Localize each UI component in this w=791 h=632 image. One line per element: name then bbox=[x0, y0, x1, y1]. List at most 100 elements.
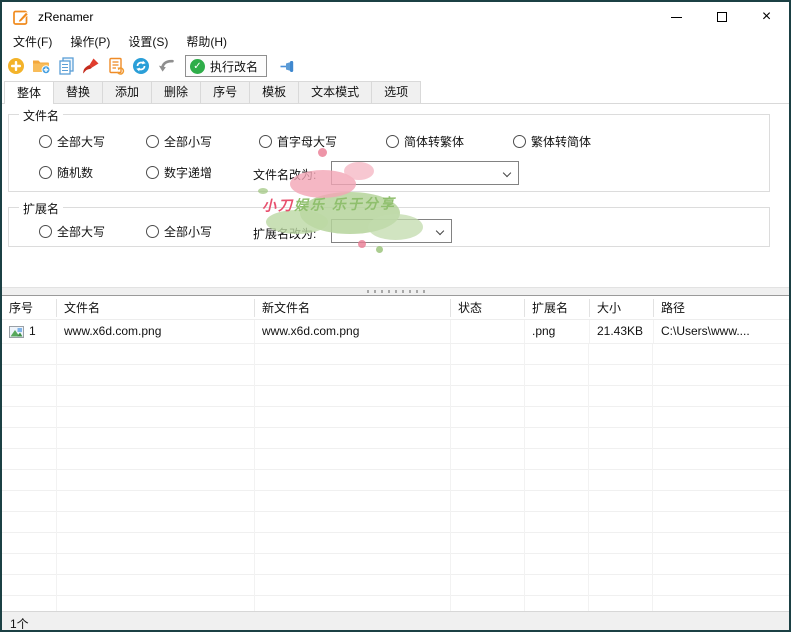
pin-window-button[interactable] bbox=[277, 56, 297, 76]
clear-list-button[interactable] bbox=[81, 56, 101, 76]
splitter-grip-icon bbox=[367, 290, 425, 293]
clear-brush-icon bbox=[82, 57, 100, 75]
refresh-list-button[interactable] bbox=[106, 56, 126, 76]
menu-bar: 文件(F) 操作(P) 设置(S) 帮助(H) bbox=[2, 32, 789, 53]
radio-label: 数字递增 bbox=[164, 164, 212, 181]
filename-change-label: 文件名改为: bbox=[253, 166, 316, 183]
filename-group-legend: 文件名 bbox=[19, 107, 63, 124]
radio-filename-traditional-to-simplified[interactable]: 繁体转简体 bbox=[513, 133, 591, 150]
maximize-button[interactable] bbox=[699, 2, 744, 32]
radio-filename-capitalize[interactable]: 首字母大写 bbox=[259, 133, 337, 150]
copy-list-button[interactable] bbox=[56, 56, 76, 76]
toolbar: ✓ 执行改名 bbox=[2, 53, 789, 79]
radio-label: 简体转繁体 bbox=[404, 133, 464, 150]
chevron-down-icon bbox=[436, 227, 444, 235]
radio-circle-icon bbox=[146, 166, 159, 179]
menu-operate[interactable]: 操作(P) bbox=[61, 32, 119, 53]
execute-rename-button[interactable]: ✓ 执行改名 bbox=[185, 55, 267, 77]
radio-label: 全部小写 bbox=[164, 133, 212, 150]
radio-label: 全部大写 bbox=[57, 133, 105, 150]
radio-circle-icon bbox=[259, 135, 272, 148]
cell-extension: .png bbox=[525, 320, 590, 343]
radio-filename-uppercase[interactable]: 全部大写 bbox=[39, 133, 105, 150]
table-empty-area[interactable] bbox=[2, 344, 789, 611]
extension-change-combobox[interactable] bbox=[331, 219, 452, 243]
menu-settings[interactable]: 设置(S) bbox=[119, 32, 177, 53]
cell-size: 21.43KB bbox=[590, 320, 654, 343]
radio-circle-icon bbox=[146, 135, 159, 148]
cell-new-filename: www.x6d.com.png bbox=[255, 320, 451, 343]
radio-filename-lowercase[interactable]: 全部小写 bbox=[146, 133, 212, 150]
column-header-index[interactable]: 序号 bbox=[2, 299, 57, 317]
tab-text-mode[interactable]: 文本模式 bbox=[298, 81, 372, 103]
app-window: zRenamer × 文件(F) 操作(P) 设置(S) 帮助(H) bbox=[0, 0, 791, 632]
maximize-icon bbox=[717, 12, 727, 22]
tab-serial[interactable]: 序号 bbox=[200, 81, 250, 103]
tab-panel-whole: 文件名 全部大写 全部小写 首字母大写 简体转繁体 繁体转简体 bbox=[2, 104, 789, 287]
radio-circle-icon bbox=[39, 135, 52, 148]
window-title: zRenamer bbox=[38, 10, 93, 24]
radio-filename-number-increment[interactable]: 数字递增 bbox=[146, 164, 212, 181]
menu-file[interactable]: 文件(F) bbox=[4, 32, 61, 53]
column-header-path[interactable]: 路径 bbox=[654, 299, 789, 317]
filename-change-combobox[interactable] bbox=[331, 161, 519, 185]
tab-whole[interactable]: 整体 bbox=[4, 81, 54, 104]
execute-rename-label: 执行改名 bbox=[210, 58, 258, 75]
tab-delete[interactable]: 删除 bbox=[151, 81, 201, 103]
tab-replace[interactable]: 替换 bbox=[53, 81, 103, 103]
menu-help[interactable]: 帮助(H) bbox=[177, 32, 236, 53]
extension-change-label: 扩展名改为: bbox=[253, 225, 316, 242]
column-header-new-filename[interactable]: 新文件名 bbox=[255, 299, 451, 317]
filename-groupbox: 文件名 全部大写 全部小写 首字母大写 简体转繁体 繁体转简体 bbox=[8, 114, 770, 192]
check-icon: ✓ bbox=[190, 59, 205, 74]
tab-bar: 整体 替换 添加 删除 序号 模板 文本模式 选项 bbox=[2, 79, 789, 104]
column-header-extension[interactable]: 扩展名 bbox=[525, 299, 590, 317]
image-file-icon bbox=[9, 326, 24, 338]
close-icon: × bbox=[762, 9, 771, 25]
table-header-row: 序号 文件名 新文件名 状态 扩展名 大小 路径 bbox=[2, 296, 789, 320]
column-header-filename[interactable]: 文件名 bbox=[57, 299, 255, 317]
minimize-button[interactable] bbox=[654, 2, 699, 32]
file-count-label: 1个 bbox=[10, 615, 29, 632]
add-folder-button[interactable] bbox=[31, 56, 51, 76]
cell-path: C:\Users\www.... bbox=[654, 320, 789, 343]
refresh-list-icon bbox=[107, 57, 125, 75]
title-bar: zRenamer × bbox=[2, 2, 789, 32]
extension-groupbox: 扩展名 全部大写 全部小写 扩展名改为: bbox=[8, 207, 770, 247]
pin-icon bbox=[279, 58, 296, 75]
cell-filename: www.x6d.com.png bbox=[57, 320, 255, 343]
add-files-button[interactable] bbox=[6, 56, 26, 76]
chevron-down-icon bbox=[503, 169, 511, 177]
radio-circle-icon bbox=[39, 166, 52, 179]
radio-filename-simplified-to-traditional[interactable]: 简体转繁体 bbox=[386, 133, 464, 150]
radio-extension-lowercase[interactable]: 全部小写 bbox=[146, 223, 212, 240]
close-button[interactable]: × bbox=[744, 2, 789, 32]
extension-group-legend: 扩展名 bbox=[19, 200, 63, 217]
radio-circle-icon bbox=[513, 135, 526, 148]
undo-button[interactable] bbox=[156, 56, 176, 76]
radio-filename-random-number[interactable]: 随机数 bbox=[39, 164, 93, 181]
radio-circle-icon bbox=[39, 225, 52, 238]
cell-index-text: 1 bbox=[29, 320, 36, 343]
radio-extension-uppercase[interactable]: 全部大写 bbox=[39, 223, 105, 240]
radio-circle-icon bbox=[146, 225, 159, 238]
column-header-size[interactable]: 大小 bbox=[590, 299, 654, 317]
sync-icon bbox=[132, 57, 150, 75]
sync-button[interactable] bbox=[131, 56, 151, 76]
tab-template[interactable]: 模板 bbox=[249, 81, 299, 103]
radio-label: 随机数 bbox=[57, 164, 93, 181]
table-row[interactable]: 1 www.x6d.com.png www.x6d.com.png .png 2… bbox=[2, 320, 789, 344]
radio-label: 繁体转简体 bbox=[531, 133, 591, 150]
cell-index: 1 bbox=[2, 320, 57, 343]
minimize-icon bbox=[671, 17, 682, 18]
status-bar: 1个 bbox=[2, 611, 789, 632]
tab-add[interactable]: 添加 bbox=[102, 81, 152, 103]
copy-list-icon bbox=[58, 57, 75, 75]
splitter-handle[interactable] bbox=[2, 287, 789, 296]
cell-status bbox=[451, 320, 525, 343]
column-header-status[interactable]: 状态 bbox=[451, 299, 525, 317]
tab-options[interactable]: 选项 bbox=[371, 81, 421, 103]
radio-label: 全部大写 bbox=[57, 223, 105, 240]
add-folder-icon bbox=[32, 57, 51, 75]
undo-icon bbox=[157, 58, 176, 75]
